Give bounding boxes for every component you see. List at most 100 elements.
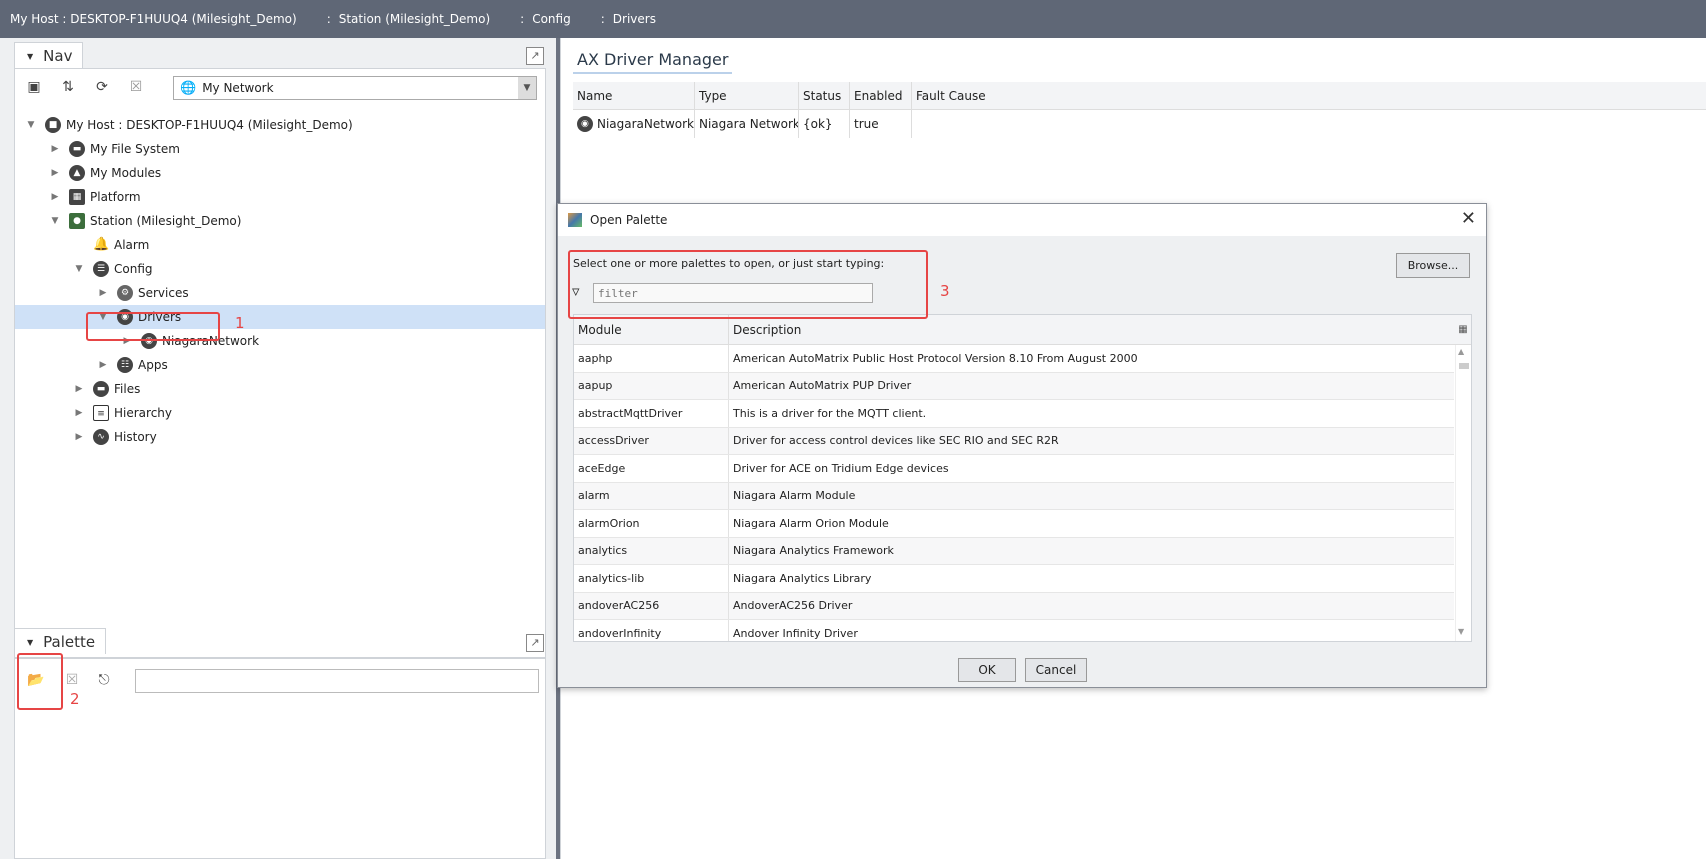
tree-item-hierarchy[interactable]: ▶ ≡ Hierarchy bbox=[15, 401, 545, 425]
annotation-label-2: 2 bbox=[70, 690, 80, 708]
table-row[interactable]: andoverInfinity Andover Infinity Driver bbox=[574, 620, 1454, 641]
scroll-down-icon[interactable]: ▼ bbox=[1458, 627, 1464, 636]
tree-item-my-host[interactable]: ▼ ■ My Host : DESKTOP-F1HUUQ4 (Milesight… bbox=[15, 113, 545, 137]
module-cell: andoverInfinity bbox=[574, 620, 729, 641]
tree-item-station[interactable]: ▼ ● Station (Milesight_Demo) bbox=[15, 209, 545, 233]
driver-table-header: Name Type Status Enabled Fault Cause bbox=[573, 82, 1706, 110]
palette-panel-tab[interactable]: ▼ Palette bbox=[14, 628, 107, 654]
tree-item-alarm[interactable]: 🔔 Alarm bbox=[15, 233, 545, 257]
tree-item-platform[interactable]: ▶ ▦ Platform bbox=[15, 185, 545, 209]
tree-item-config[interactable]: ▼ ☰ Config bbox=[15, 257, 545, 281]
tab-ax-driver-manager[interactable]: AX Driver Manager bbox=[573, 46, 733, 74]
tree-item-label: Platform bbox=[90, 190, 141, 204]
breadcrumb-drivers[interactable]: Drivers bbox=[613, 12, 656, 26]
find-icon[interactable]: ⎋ bbox=[93, 669, 115, 691]
column-header-fault-cause[interactable]: Fault Cause bbox=[912, 82, 1062, 109]
nav-panel-tab[interactable]: ▼ Nav bbox=[14, 42, 84, 68]
tree-item-files[interactable]: ▶ ▬ Files bbox=[15, 377, 545, 401]
table-row[interactable]: aceEdge Driver for ACE on Tridium Edge de… bbox=[574, 455, 1454, 483]
refresh-icon[interactable]: ⟳ bbox=[91, 76, 113, 98]
column-header-module[interactable]: Module bbox=[574, 315, 729, 344]
scrollbar-thumb[interactable] bbox=[1459, 363, 1469, 369]
browse-button[interactable]: Browse... bbox=[1396, 253, 1470, 278]
column-header-status[interactable]: Status bbox=[799, 82, 850, 109]
collapsed-arrow-icon[interactable]: ▶ bbox=[97, 360, 109, 370]
module-cell: aaphp bbox=[574, 345, 729, 372]
module-cell: accessDriver bbox=[574, 427, 729, 454]
description-cell: American AutoMatrix Public Host Protocol… bbox=[733, 351, 1138, 365]
maximize-icon[interactable]: ↗ bbox=[526, 634, 544, 652]
sort-icon[interactable]: ⇅ bbox=[57, 76, 79, 98]
station-icon: ● bbox=[69, 213, 85, 229]
chevron-down-icon[interactable]: ▼ bbox=[518, 77, 536, 99]
annotation-box-drivers bbox=[86, 312, 220, 341]
maximize-icon[interactable]: ↗ bbox=[526, 47, 544, 65]
expanded-arrow-icon[interactable]: ▼ bbox=[25, 120, 37, 130]
cancel-button[interactable]: Cancel bbox=[1025, 658, 1087, 682]
column-header-enabled[interactable]: Enabled bbox=[850, 82, 912, 109]
ok-button[interactable]: OK bbox=[958, 658, 1016, 682]
driver-enabled-cell: true bbox=[850, 110, 912, 138]
driver-name: NiagaraNetwork bbox=[596, 117, 694, 131]
nav-panel: ▣ ⇅ ⟳ ☒ 🌐 My Network ▼ ▼ ■ My Host : DES… bbox=[14, 68, 546, 658]
tree-item-label: Services bbox=[138, 286, 189, 300]
new-folder-icon[interactable]: ▣ bbox=[23, 76, 45, 98]
collapse-caret-icon[interactable]: ▼ bbox=[27, 638, 33, 647]
driver-status-cell: {ok} bbox=[799, 110, 850, 138]
description-cell: Niagara Analytics Framework bbox=[733, 544, 894, 558]
collapsed-arrow-icon[interactable]: ▶ bbox=[97, 288, 109, 298]
tree-item-my-file-system[interactable]: ▶ ▬ My File System bbox=[15, 137, 545, 161]
tree-item-history[interactable]: ▶ ∿ History bbox=[15, 425, 545, 449]
collapsed-arrow-icon[interactable]: ▶ bbox=[73, 408, 85, 418]
vertical-scrollbar[interactable]: ▲ ▼ bbox=[1455, 345, 1471, 641]
column-chooser-icon[interactable]: ▦ bbox=[1455, 324, 1471, 335]
file-system-icon: ▬ bbox=[69, 141, 85, 157]
tree-item-services[interactable]: ▶ ⚙ Services bbox=[15, 281, 545, 305]
module-cell: analytics bbox=[574, 537, 729, 564]
collapsed-arrow-icon[interactable]: ▶ bbox=[49, 168, 61, 178]
palette-search-input[interactable] bbox=[135, 669, 539, 693]
tree-item-label: Apps bbox=[138, 358, 168, 372]
tree-item-apps[interactable]: ▶ ☷ Apps bbox=[15, 353, 545, 377]
module-cell: aapup bbox=[574, 372, 729, 399]
description-cell: AndoverAC256 Driver bbox=[733, 599, 853, 613]
dialog-title-bar[interactable]: Open Palette ✕ bbox=[558, 204, 1486, 236]
table-row[interactable]: aapup American AutoMatrix PUP Driver bbox=[574, 372, 1454, 400]
table-row[interactable]: andoverAC256 AndoverAC256 Driver bbox=[574, 592, 1454, 620]
collapsed-arrow-icon[interactable]: ▶ bbox=[73, 384, 85, 394]
table-row[interactable]: abstractMqttDriver This is a driver for t… bbox=[574, 400, 1454, 428]
column-header-type[interactable]: Type bbox=[695, 82, 799, 109]
close-icon[interactable]: ☒ bbox=[125, 76, 147, 98]
column-header-name[interactable]: Name bbox=[573, 82, 695, 109]
table-row[interactable]: analytics-lib Niagara Analytics Library bbox=[574, 565, 1454, 593]
scroll-up-icon[interactable]: ▲ bbox=[1458, 347, 1464, 356]
table-row[interactable]: accessDriver Driver for access control de… bbox=[574, 427, 1454, 455]
table-row[interactable]: analytics Niagara Analytics Framework bbox=[574, 537, 1454, 565]
network-icon: ◉ bbox=[577, 116, 593, 132]
platform-icon: ▦ bbox=[69, 189, 85, 205]
table-row[interactable]: ◉ NiagaraNetwork Niagara Network {ok} tr… bbox=[573, 110, 1706, 138]
tree-item-label: Station (Milesight_Demo) bbox=[90, 214, 242, 228]
expanded-arrow-icon[interactable]: ▼ bbox=[49, 216, 61, 226]
collapse-caret-icon[interactable]: ▼ bbox=[27, 52, 33, 61]
collapsed-arrow-icon[interactable]: ▶ bbox=[49, 192, 61, 202]
description-cell: Niagara Alarm Orion Module bbox=[733, 516, 889, 530]
hierarchy-icon: ≡ bbox=[93, 405, 109, 421]
network-selector[interactable]: 🌐 My Network ▼ bbox=[173, 76, 537, 100]
description-cell: Driver for access control devices like S… bbox=[733, 434, 1059, 448]
tree-item-label: Files bbox=[114, 382, 141, 396]
close-icon[interactable]: ☒ bbox=[61, 669, 83, 691]
breadcrumb-config[interactable]: Config bbox=[532, 12, 571, 26]
breadcrumb-station[interactable]: Station (Milesight_Demo) bbox=[339, 12, 490, 26]
collapsed-arrow-icon[interactable]: ▶ bbox=[73, 432, 85, 442]
breadcrumb-host[interactable]: My Host : DESKTOP-F1HUUQ4 (Milesight_Dem… bbox=[10, 12, 297, 26]
table-row[interactable]: alarmOrion Niagara Alarm Orion Module bbox=[574, 510, 1454, 538]
table-row[interactable]: aaphp American AutoMatrix Public Host Pro… bbox=[574, 345, 1454, 373]
collapsed-arrow-icon[interactable]: ▶ bbox=[49, 144, 61, 154]
close-icon[interactable]: ✕ bbox=[1461, 208, 1476, 229]
expanded-arrow-icon[interactable]: ▼ bbox=[73, 264, 85, 274]
column-header-description[interactable]: Description bbox=[729, 315, 1455, 344]
tree-item-label: My Modules bbox=[90, 166, 162, 180]
tree-item-my-modules[interactable]: ▶ ▲ My Modules bbox=[15, 161, 545, 185]
table-row[interactable]: alarm Niagara Alarm Module bbox=[574, 482, 1454, 510]
